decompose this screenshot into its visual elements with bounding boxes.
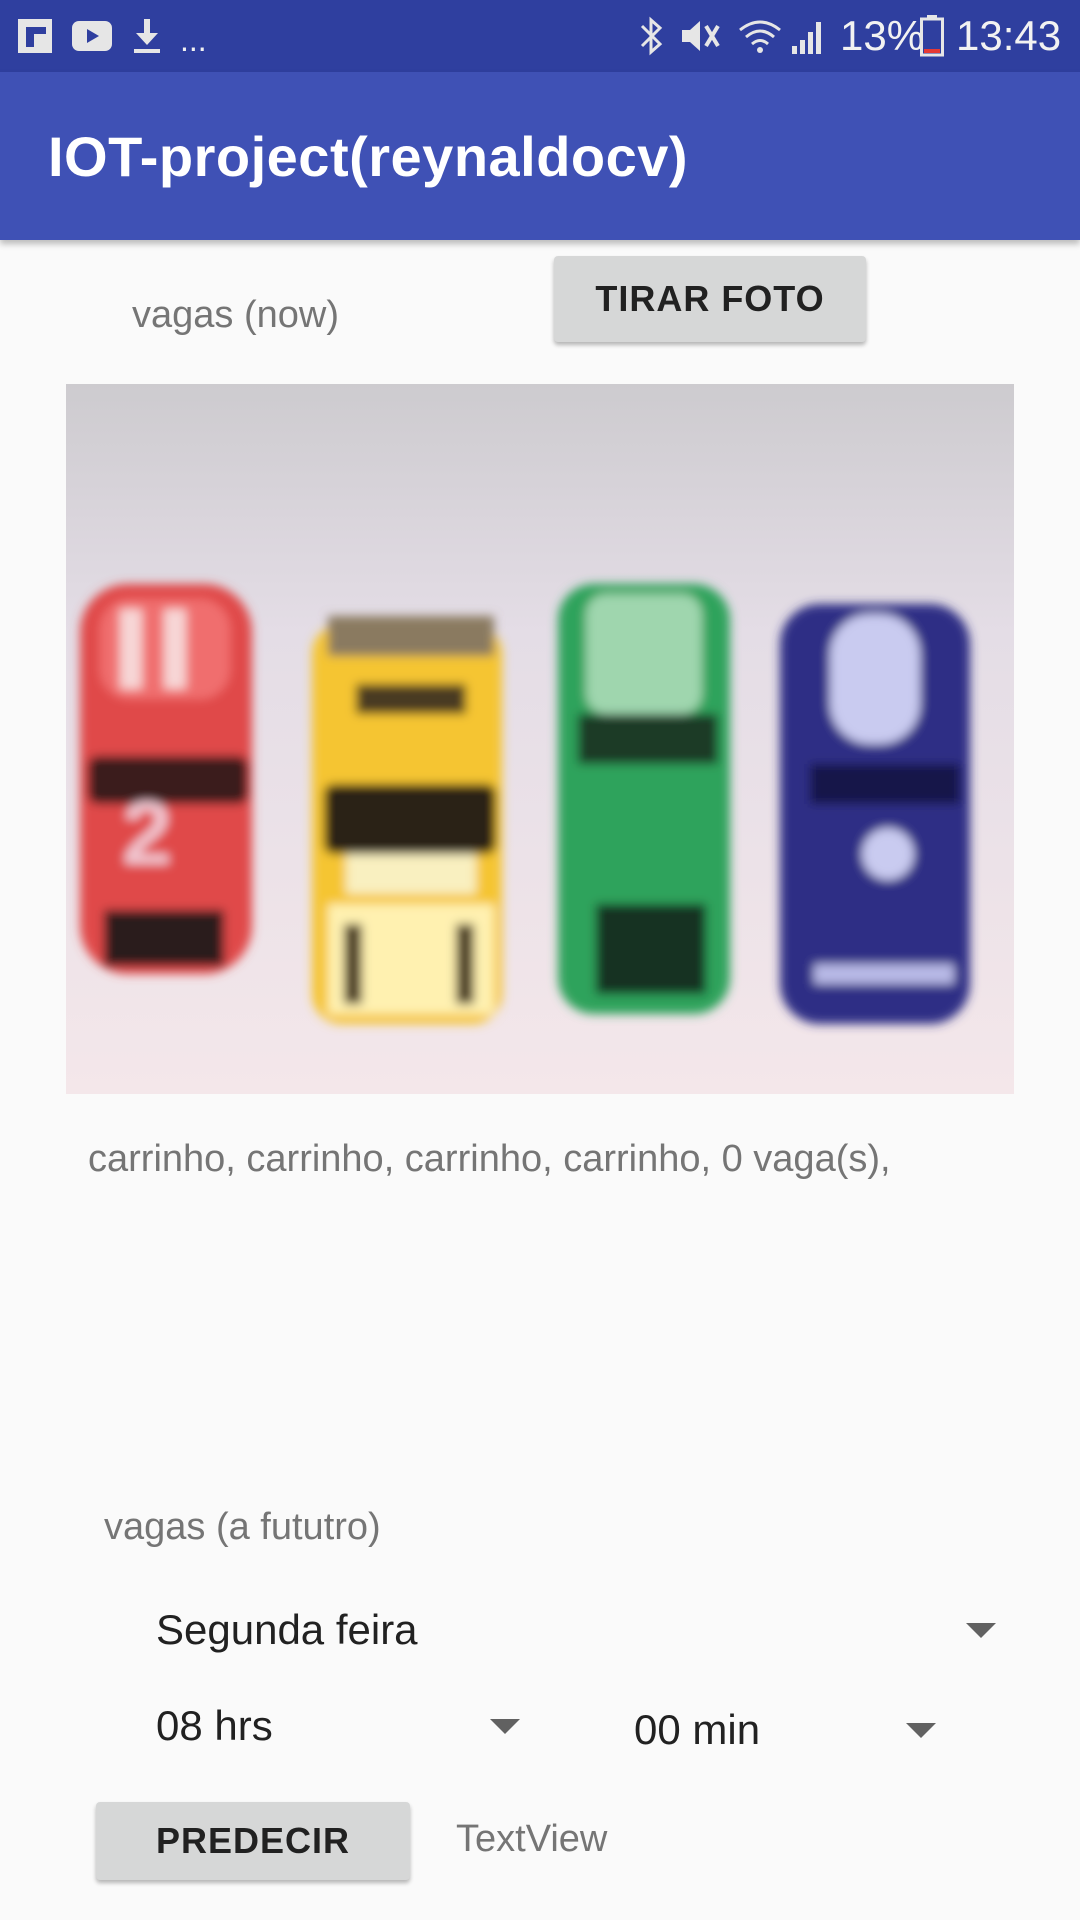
clock: 13:43 xyxy=(956,12,1062,59)
battery-icon xyxy=(920,0,944,72)
dropdown-arrow-icon xyxy=(966,1622,996,1638)
wifi-icon xyxy=(736,0,784,72)
dropdown-arrow-icon xyxy=(906,1722,936,1738)
overflow-indicator: ... xyxy=(180,21,207,58)
dropdown-arrow-icon xyxy=(490,1718,520,1734)
signal-icon xyxy=(790,0,826,72)
predict-button[interactable]: PREDECIR xyxy=(96,1802,410,1880)
svg-text:2: 2 xyxy=(122,784,172,884)
flipboard-icon xyxy=(18,0,52,72)
hour-spinner-value: 08 hrs xyxy=(156,1702,273,1749)
bluetooth-icon xyxy=(638,0,666,72)
camera-photo: 2 xyxy=(66,384,1014,1094)
prediction-result-text: TextView xyxy=(456,1818,608,1860)
vagas-now-label: vagas (now) xyxy=(132,294,339,336)
minute-spinner-value: 00 min xyxy=(634,1706,761,1753)
mute-icon xyxy=(680,0,722,72)
status-bar: ... 13% 13:43 xyxy=(0,0,1080,72)
battery-percent: 13% xyxy=(840,12,925,59)
app-title: IOT-project(reynaldocv) xyxy=(48,125,689,188)
vagas-future-label: vagas (a fututro) xyxy=(104,1506,381,1548)
app-toolbar: IOT-project(reynaldocv) xyxy=(0,72,1080,240)
youtube-icon xyxy=(72,0,112,72)
day-spinner[interactable]: Segunda feira xyxy=(156,1590,996,1670)
detection-result-text: carrinho, carrinho, carrinho, carrinho, … xyxy=(88,1138,891,1180)
day-spinner-value: Segunda feira xyxy=(156,1606,418,1653)
download-icon xyxy=(132,0,162,72)
hour-spinner[interactable]: 08 hrs xyxy=(156,1686,520,1766)
take-photo-button[interactable]: TIRAR FOTO xyxy=(554,256,866,342)
minute-spinner[interactable]: 00 min xyxy=(634,1690,936,1770)
